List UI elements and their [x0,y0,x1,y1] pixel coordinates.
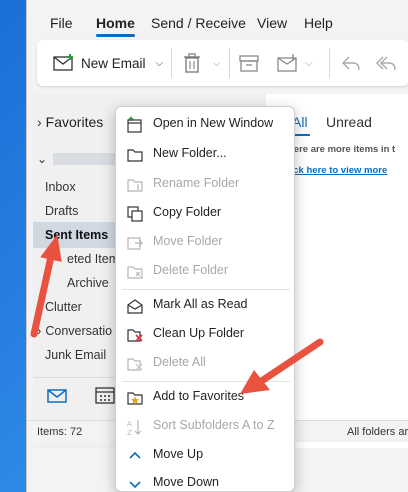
open-new-window-icon [127,116,142,133]
tab-help[interactable]: Help [304,15,333,31]
trash-icon [184,53,200,73]
calendar-icon [95,387,115,404]
new-folder-icon [127,149,143,162]
menu-item-label: Move Folder [153,234,223,248]
reply-all-button[interactable] [375,40,397,86]
menu-item-sort-subfolders[interactable]: A Z Sort Subfolders A to Z [116,412,294,441]
menu-item-move-down[interactable]: Move Down [116,469,294,492]
menu-item-delete-folder[interactable]: Delete Folder [116,257,294,286]
chevron-up-icon [129,451,141,459]
tab-send-receive[interactable]: Send / Receive [151,15,246,31]
new-email-label: New Email [81,55,146,71]
reply-icon [342,56,360,71]
menu-item-copy-folder[interactable]: Copy Folder [116,199,294,228]
menu-item-label: Delete Folder [153,263,229,277]
tab-home[interactable]: Home [96,15,135,37]
mail-icon [47,389,67,403]
more-items-notice: here are more items in t [288,144,396,155]
favorites-label: Favorites [45,114,104,130]
new-email-icon [53,54,73,71]
folder-junk-email[interactable]: Junk Email [45,348,106,362]
menu-item-new-folder[interactable]: New Folder... [116,140,294,169]
annotation-arrow-add-to-favorites [240,338,324,394]
menu-item-label: Copy Folder [153,205,222,219]
folder-archive[interactable]: Archive [67,276,109,290]
delete-dropdown-button[interactable]: ⌵ [213,40,221,86]
ribbon-toolbar: New Email ⌵ ⌵ ⌵ [37,40,408,86]
reply-button[interactable] [341,40,361,86]
folder-deleted-items[interactable]: eted Item [67,252,119,266]
tab-view[interactable]: View [257,15,287,31]
move-button[interactable]: ⌵ [277,40,313,86]
ribbon-divider [229,48,230,78]
move-folder-icon [127,237,143,250]
delete-button[interactable] [183,40,201,86]
folder-drafts[interactable]: Drafts [45,204,78,218]
folder-status: All folders are [347,426,408,438]
account-name-redacted [53,153,120,165]
favorites-header[interactable]: › Favorites [37,114,103,130]
svg-text:Z: Z [127,429,132,436]
menu-bar: File Home Send / Receive View Help [27,0,408,38]
ribbon-divider [171,48,172,78]
folder-context-menu: Open in New Window New Folder... Rename … [115,106,295,492]
menu-item-label: Move Down [153,475,219,489]
menu-separator [122,289,290,290]
item-count: Items: 72 [37,426,83,438]
menu-item-label: Mark All as Read [153,297,248,311]
menu-item-label: Sort Subfolders A to Z [153,418,275,432]
folder-inbox[interactable]: Inbox [45,180,76,194]
move-to-folder-icon [277,54,297,72]
delete-all-icon [127,358,143,371]
menu-item-rename-folder[interactable]: Rename Folder [116,170,294,199]
sort-az-icon: A Z [127,420,142,436]
menu-item-open-new-window[interactable]: Open in New Window [116,110,294,139]
chevron-down-icon [129,481,141,489]
menu-item-label: Open in New Window [153,116,274,130]
mail-nav-button[interactable] [47,388,67,407]
account-header[interactable]: ⌄ [37,152,120,166]
archive-icon [239,55,259,72]
svg-text:A: A [127,420,132,428]
chevron-down-icon: ⌄ [37,152,48,166]
menu-item-move-up[interactable]: Move Up [116,441,294,470]
ribbon-divider [329,48,330,78]
menu-item-label: Delete All [153,355,206,369]
chevron-right-icon: › [37,114,42,130]
menu-item-label: Clean Up Folder [153,326,245,340]
menu-item-move-folder[interactable]: Move Folder [116,228,294,257]
reply-all-icon [376,56,396,71]
menu-item-label: Move Up [153,447,204,461]
filter-tab-unread[interactable]: Unread [326,114,372,130]
chevron-down-icon[interactable]: ⌵ [156,58,164,69]
menu-item-label: Add to Favorites [153,389,245,403]
new-email-button[interactable]: New Email ⌵ [53,40,163,86]
menu-item-label: Rename Folder [153,176,240,190]
add-favorite-icon [127,392,143,405]
menu-item-label: New Folder... [153,146,227,160]
archive-button[interactable] [239,40,259,86]
chevron-down-icon[interactable]: ⌵ [305,58,313,69]
menu-item-mark-all-read[interactable]: Mark All as Read [116,291,294,320]
tab-file[interactable]: File [50,15,73,31]
view-more-link[interactable]: lick here to view more [288,165,387,176]
calendar-nav-button[interactable] [95,386,115,407]
delete-folder-icon [127,266,143,279]
rename-folder-icon [127,179,143,192]
clean-up-icon [127,329,143,342]
annotation-arrow-sent-items [30,234,62,338]
mark-read-icon [127,299,143,314]
copy-folder-icon [127,206,143,222]
chevron-down-icon: ⌵ [213,57,221,69]
